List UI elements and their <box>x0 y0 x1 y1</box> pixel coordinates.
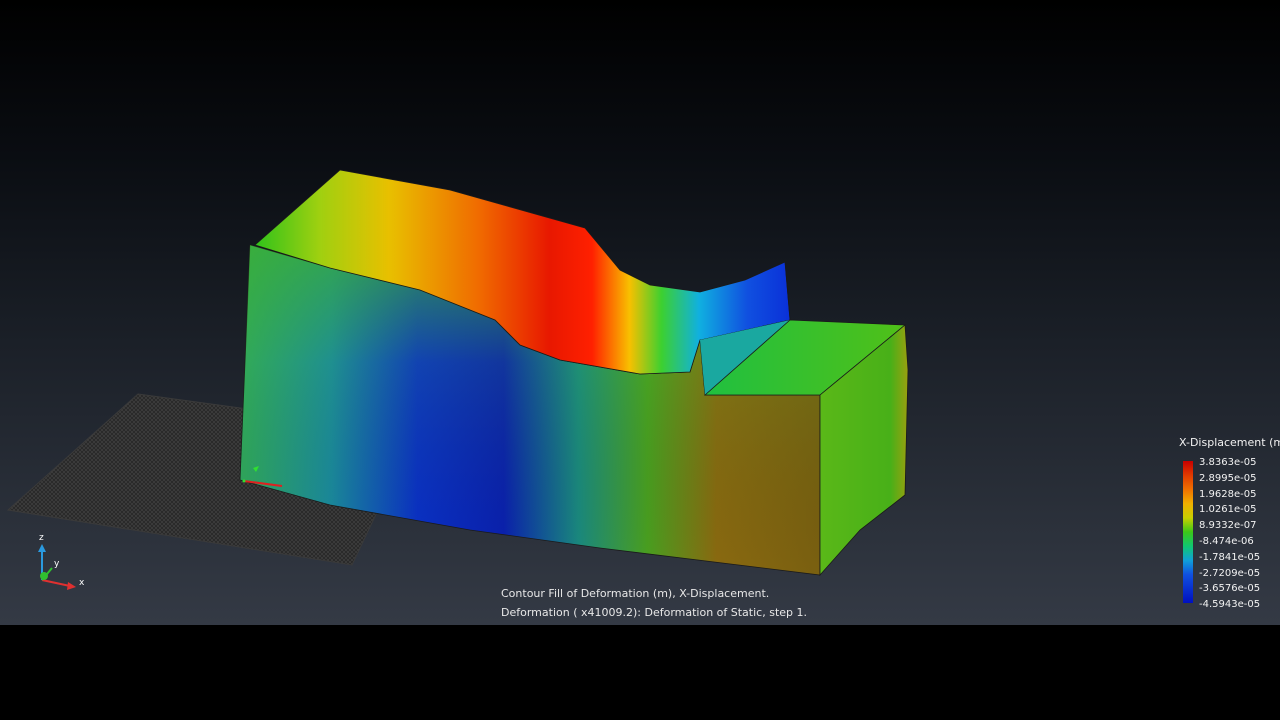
legend-value: 2.8995e-05 <box>1199 472 1257 484</box>
caption-line-1: Contour Fill of Deformation (m), X-Displ… <box>501 587 770 600</box>
legend-value: 8.9332e-07 <box>1199 520 1257 532</box>
legend-value: -2.7209e-05 <box>1199 567 1261 579</box>
legend-labels: 3.8363e-05 2.8995e-05 1.9628e-05 1.0261e-05… <box>1199 455 1279 613</box>
legend-value: -1.7841e-05 <box>1199 551 1261 563</box>
graphics-viewport[interactable]: z y x Contour Fill of Deformation (m), X… <box>0 0 1280 625</box>
legend-value: 1.0261e-05 <box>1199 504 1257 516</box>
model-scene[interactable] <box>0 0 1280 625</box>
caption-line-2: Deformation ( x41009.2): Deformation of … <box>501 606 807 619</box>
legend-value: -3.6576e-05 <box>1199 583 1261 595</box>
axis-label-x: x <box>79 578 85 588</box>
legend-value: 3.8363e-05 <box>1199 457 1257 468</box>
legend-title: X-Displacement (m) <box>1179 436 1280 449</box>
legend-value: 1.9628e-05 <box>1199 488 1257 500</box>
bottom-letterbox <box>0 625 1280 720</box>
axis-label-z: z <box>39 533 44 543</box>
axis-label-y: y <box>54 559 60 569</box>
legend-value: -4.5943e-05 <box>1199 599 1261 611</box>
legend-value: -8.474e-06 <box>1199 535 1254 547</box>
origin-point <box>242 479 246 483</box>
legend-color-bar <box>1183 461 1193 603</box>
